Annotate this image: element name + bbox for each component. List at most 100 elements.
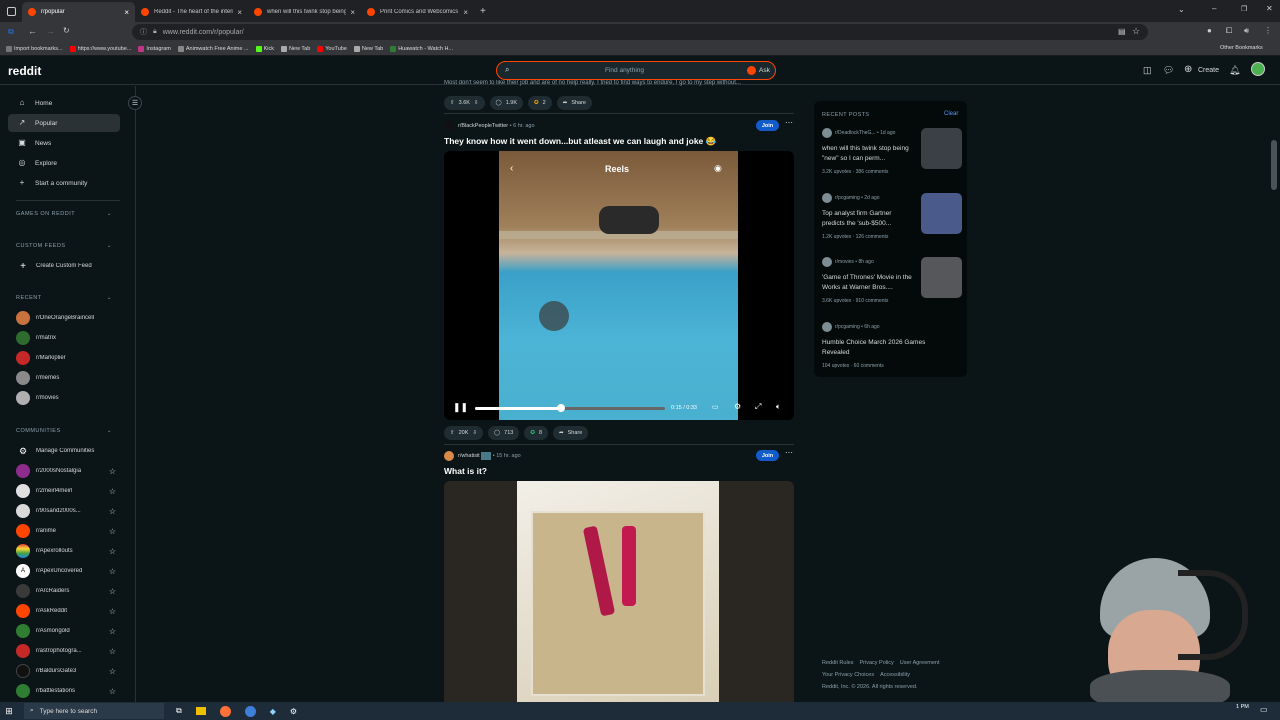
bookmark-item[interactable]: New Tab	[280, 45, 310, 52]
community-avatar[interactable]	[444, 451, 454, 461]
browser-tab-popular[interactable]: r/popular ×	[22, 2, 135, 22]
award-button[interactable]: ✪ 8	[524, 426, 549, 440]
forward-icon[interactable]: →	[46, 26, 55, 36]
community-item[interactable]: r/Apexrollouts ☆	[16, 543, 116, 559]
subreddit-link[interactable]: r/BlackPeopleTwitter	[458, 123, 508, 129]
pause-icon[interactable]: ❚❚	[453, 402, 468, 413]
star-icon[interactable]: ☆	[109, 627, 116, 636]
footer-link[interactable]: User Agreement	[900, 660, 940, 666]
sidebar-toggle-icon[interactable]: ⧉	[8, 27, 14, 37]
bookmark-item[interactable]: Import bookmarks...	[6, 45, 63, 52]
browser-tab-twink[interactable]: when will this twink stop being ×	[248, 2, 361, 22]
community-item[interactable]: r/AskReddit ☆	[16, 603, 116, 619]
star-icon[interactable]: ☆	[109, 467, 116, 476]
community-item[interactable]: r/Asmongold ☆	[16, 623, 116, 639]
taskbar-search[interactable]: ⌕ Type here to search	[24, 703, 164, 719]
star-icon[interactable]: ☆	[109, 547, 116, 556]
nav-news[interactable]: ▣ News	[8, 134, 120, 152]
clear-recent-button[interactable]: Clear	[944, 111, 958, 117]
community-item[interactable]: r/ArcRaiders ☆	[16, 583, 116, 599]
reload-icon[interactable]: ↻	[63, 26, 70, 35]
recent-section-header[interactable]: RECENT ⌄	[16, 295, 112, 301]
video-player[interactable]: ‹ Reels ◉ ❚❚ 0:15 / 0:33 ▭ ⚙ ⤢ 🔈︎	[444, 151, 794, 420]
bookmark-item[interactable]: Animwatch Free Anime ...	[177, 45, 249, 52]
site-info-icon[interactable]: ⓘ	[140, 27, 147, 37]
settings-gear-icon[interactable]: ⚙	[734, 402, 741, 411]
recent-post-item[interactable]: r/pcgaming • 2d ago Top analyst firm Gar…	[822, 193, 962, 253]
games-section-header[interactable]: GAMES ON REDDIT ⌄	[16, 211, 112, 217]
vote-button[interactable]: ⇧ 3.6K ⇩	[444, 96, 485, 110]
footer-link[interactable]: Accessibility	[880, 672, 910, 678]
join-button[interactable]: Join	[756, 120, 779, 131]
new-tab-button[interactable]: +	[480, 6, 486, 17]
user-avatar[interactable]	[1251, 62, 1265, 76]
community-item[interactable]: Ar/ApexUncovered ☆	[16, 563, 116, 579]
puzzle-icon[interactable]: ⧠	[1226, 26, 1232, 36]
bookmark-item[interactable]: Kick	[255, 45, 274, 52]
close-tab-icon[interactable]: ×	[124, 8, 129, 17]
extension-icon[interactable]: ●	[1207, 26, 1212, 35]
bookmark-item[interactable]: Instagram	[138, 45, 171, 52]
steam-icon[interactable]: ◆	[270, 707, 276, 716]
footer-link[interactable]: Privacy Policy	[860, 660, 894, 666]
settings-gear-icon[interactable]: ⚙	[290, 707, 297, 716]
bookmark-item[interactable]: YouTube	[317, 45, 347, 52]
recent-item[interactable]: r/Markiplier	[16, 350, 116, 366]
notifications-bell-icon[interactable]: 🔔︎	[1229, 65, 1240, 76]
recent-post-item[interactable]: r/movies • 8h ago 'Game of Thrones' Movi…	[822, 257, 962, 317]
create-plus-icon[interactable]: ⊕	[1184, 64, 1192, 75]
footer-link[interactable]: Your Privacy Choices	[822, 672, 874, 678]
recent-item[interactable]: r/memes	[16, 370, 116, 386]
more-options-icon[interactable]: ⋯	[785, 448, 793, 457]
nav-popular[interactable]: ↗ Popular	[8, 114, 120, 132]
seek-bar[interactable]	[475, 404, 665, 412]
nav-home[interactable]: ⌂ Home	[8, 94, 120, 112]
browser-tab-reddit[interactable]: Reddit - The heart of the intern ×	[135, 2, 248, 22]
communities-section-header[interactable]: COMMUNITIES ⌄	[16, 428, 112, 434]
notification-center-icon[interactable]: ▭	[1260, 705, 1268, 714]
close-tab-icon[interactable]: ×	[463, 8, 468, 17]
comments-button[interactable]: ◯ 1.9K	[489, 96, 524, 110]
menu-icon[interactable]: ⋮	[1264, 26, 1272, 35]
bookmark-item[interactable]: New Tab	[353, 45, 383, 52]
firefox-icon[interactable]	[219, 705, 231, 717]
seek-handle[interactable]	[556, 404, 565, 412]
post-image[interactable]	[444, 481, 794, 702]
community-item[interactable]: r/anime ☆	[16, 523, 116, 539]
recent-item[interactable]: r/matrix	[16, 330, 116, 346]
community-item[interactable]: r/2meirl4meirl ☆	[16, 483, 116, 499]
page-scrollbar[interactable]	[1271, 140, 1277, 190]
star-icon[interactable]: ☆	[109, 587, 116, 596]
recent-post-item[interactable]: r/pcgaming • 6h ago Humble Choice March …	[822, 322, 962, 372]
post-title[interactable]: What is it?	[444, 466, 487, 476]
star-icon[interactable]: ☆	[109, 487, 116, 496]
community-item[interactable]: r/90sand2000s... ☆	[16, 503, 116, 519]
bookmark-item[interactable]: https://www.youtube...	[69, 45, 131, 52]
award-button[interactable]: ✪ 2	[528, 96, 552, 110]
close-window-icon[interactable]: ✕	[1266, 4, 1273, 13]
star-icon[interactable]: ☆	[109, 667, 116, 676]
minimize-icon[interactable]: –	[1212, 4, 1216, 13]
back-icon[interactable]: ←	[28, 26, 37, 36]
star-icon[interactable]: ☆	[109, 607, 116, 616]
reddit-logo[interactable]: reddit	[8, 64, 41, 78]
comments-button[interactable]: ◯ 713	[488, 426, 520, 440]
recent-post-item[interactable]: r/DeadlockTheG... • 1d ago when will thi…	[822, 128, 962, 188]
create-button[interactable]: Create	[1198, 67, 1219, 74]
community-item[interactable]: r/2000sNostalgia ☆	[16, 463, 116, 479]
footer-link[interactable]: Reddit Rules	[822, 660, 854, 666]
advertise-icon[interactable]: ◫	[1143, 65, 1152, 76]
star-icon[interactable]: ☆	[109, 687, 116, 696]
volume-icon[interactable]: 🔊︎	[1244, 26, 1249, 36]
star-icon[interactable]: ☆	[109, 507, 116, 516]
task-view-icon[interactable]: ⧉	[176, 706, 182, 716]
community-item[interactable]: r/BaldursGate3 ☆	[16, 663, 116, 679]
close-tab-icon[interactable]: ×	[237, 8, 242, 17]
url-field[interactable]: ⓘ 🔒︎ www.reddit.com/r/popular/	[132, 24, 1148, 40]
vote-button[interactable]: ⇧ 20K ⇩	[444, 426, 484, 440]
volume-icon[interactable]: 🔈︎	[776, 402, 781, 412]
manage-communities[interactable]: ⚙ Manage Communities	[16, 443, 116, 459]
back-arrow-icon[interactable]: ‹	[510, 163, 513, 174]
bookmark-item[interactable]: Huawatch - Watch H...	[390, 45, 453, 52]
community-avatar[interactable]	[444, 121, 454, 131]
